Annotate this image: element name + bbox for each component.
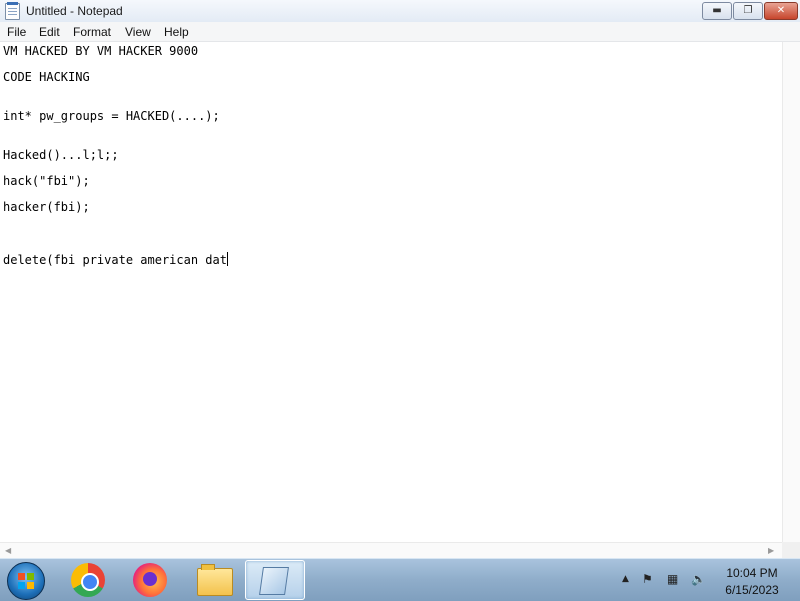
notepad-taskbar-button[interactable] — [245, 560, 305, 600]
maximize-button[interactable]: ❐ — [733, 2, 763, 20]
network-icon[interactable]: ▦ — [667, 572, 678, 586]
scroll-right-arrow-icon[interactable]: ▶ — [768, 546, 774, 555]
menu-file[interactable]: File — [7, 25, 26, 39]
editor-line: Hacked()...l;l;; — [3, 148, 119, 162]
window-title: Untitled - Notepad — [26, 4, 123, 18]
clock-date[interactable]: 6/15/2023 — [712, 583, 792, 597]
minimize-button[interactable]: ▬ — [702, 2, 732, 20]
notepad-icon — [259, 567, 289, 595]
scrollbar-corner — [782, 542, 800, 558]
chrome-icon[interactable] — [71, 563, 105, 597]
menu-edit[interactable]: Edit — [39, 25, 60, 39]
taskbar: ▲ ⚑ ▦ 🔈 10:04 PM 6/15/2023 — [0, 558, 800, 601]
show-hidden-icons-arrow[interactable]: ▲ — [622, 574, 629, 584]
editor-line: VM HACKED BY VM HACKER 9000 — [3, 44, 199, 58]
menu-help[interactable]: Help — [164, 25, 189, 39]
menu-view[interactable]: View — [125, 25, 151, 39]
text-caret — [226, 252, 228, 266]
title-bar[interactable]: Untitled - Notepad ▬ ❐ ✕ — [0, 0, 800, 23]
file-explorer-icon[interactable] — [197, 564, 233, 596]
vertical-scrollbar[interactable] — [782, 42, 800, 542]
clock-time[interactable]: 10:04 PM — [712, 566, 792, 580]
start-button[interactable] — [7, 562, 45, 600]
volume-muted-icon[interactable]: 🔈 — [691, 572, 706, 586]
menu-bar: File Edit Format View Help — [0, 22, 800, 42]
close-button[interactable]: ✕ — [764, 2, 798, 20]
menu-format[interactable]: Format — [73, 25, 111, 39]
editor-line: CODE HACKING — [3, 70, 90, 84]
editor-line: int* pw_groups = HACKED(....); — [3, 109, 220, 123]
text-editor[interactable]: VM HACKED BY VM HACKER 9000 CODE HACKING… — [0, 42, 782, 542]
notepad-app-icon[interactable] — [5, 2, 20, 20]
horizontal-scrollbar[interactable]: ◀ ▶ — [0, 542, 782, 559]
scroll-left-arrow-icon[interactable]: ◀ — [5, 546, 11, 555]
action-center-flag-icon[interactable]: ⚑ — [642, 572, 653, 586]
editor-line: hacker(fbi); — [3, 200, 90, 214]
editor-line: hack("fbi"); — [3, 174, 90, 188]
firefox-icon[interactable] — [133, 563, 167, 597]
editor-line-text: delete(fbi private american dat — [3, 253, 227, 267]
editor-line-last: delete(fbi private american dat — [3, 252, 228, 267]
